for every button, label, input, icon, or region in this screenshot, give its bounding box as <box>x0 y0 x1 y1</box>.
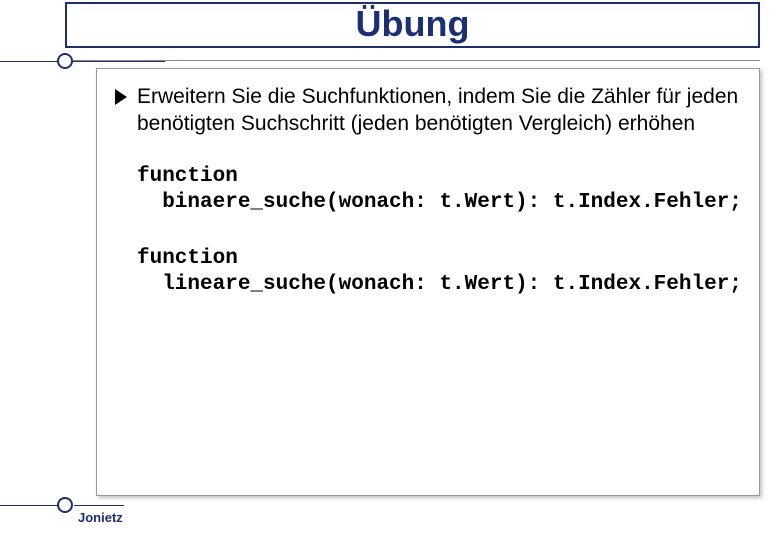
arrow-icon <box>115 89 127 105</box>
footer-author: Jonietz <box>78 510 123 525</box>
code-block-1: function binaere_suche(wonach: t.Wert): … <box>137 164 741 217</box>
decor-line-top-right <box>75 61 165 62</box>
bullet-text: Erweitern Sie die Suchfunktionen, indem … <box>137 83 741 138</box>
bullet-item: Erweitern Sie die Suchfunktionen, indem … <box>115 83 741 138</box>
slide-title: Übung <box>65 0 760 48</box>
title-underline <box>65 60 760 61</box>
decor-line-bottom-right <box>74 505 124 506</box>
content-panel: Erweitern Sie die Suchfunktionen, indem … <box>96 68 760 496</box>
decor-line-bottom-left <box>0 505 58 506</box>
circle-icon <box>57 497 73 513</box>
code-block-2: function lineare_suche(wonach: t.Wert): … <box>137 246 741 299</box>
circle-icon <box>57 53 73 69</box>
